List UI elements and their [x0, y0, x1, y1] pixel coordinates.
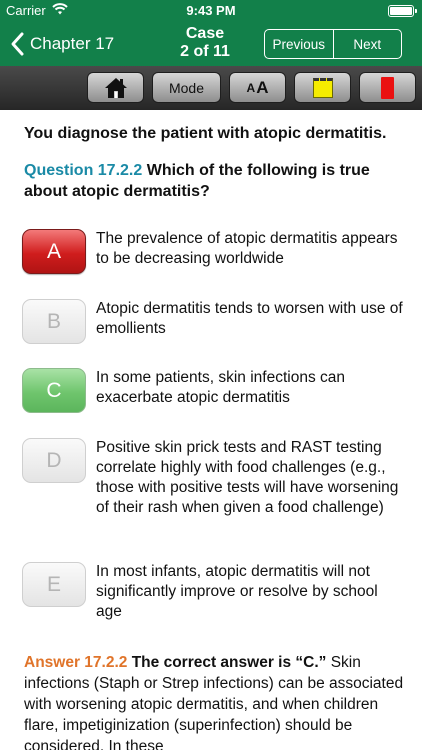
option-b-text: Atopic dermatitis tends to worsen with u…	[96, 300, 403, 337]
option-b-button[interactable]: B	[22, 299, 86, 344]
question-text: Question 17.2.2 Which of the following i…	[24, 160, 404, 202]
highlight-button[interactable]	[294, 72, 351, 103]
battery-icon	[388, 5, 417, 17]
font-large-a: A	[256, 77, 269, 97]
case-title-line1: Case	[185, 25, 225, 42]
mode-button[interactable]: Mode	[152, 72, 221, 103]
option-a-text: The prevalence of atopic dermatitis appe…	[96, 230, 398, 267]
navigation-bar: Chapter 17 Case 2 of 11 Previous Next	[0, 22, 422, 66]
font-size-button[interactable]: AA	[229, 72, 286, 103]
next-button[interactable]: Next	[332, 30, 402, 58]
case-title: Case 2 of 11	[146, 25, 264, 61]
bookmark-icon	[381, 76, 394, 99]
question-number: Question 17.2.2	[24, 162, 143, 179]
flag-button[interactable]	[359, 72, 416, 103]
toolbar: Mode AA	[0, 66, 422, 110]
font-small-a: A	[246, 80, 256, 95]
case-statement: You diagnose the patient with atopic der…	[24, 125, 387, 142]
option-d-button[interactable]: D	[22, 438, 86, 483]
case-counter: 2 of 11	[180, 43, 230, 60]
home-button[interactable]	[87, 72, 144, 103]
back-button[interactable]: Chapter 17	[8, 31, 114, 57]
previous-button[interactable]: Previous	[265, 30, 333, 58]
clock: 9:43 PM	[186, 3, 236, 18]
answer-explanation: Answer 17.2.2 The correct answer is “C.”…	[24, 652, 404, 750]
answer-number: Answer 17.2.2	[24, 654, 128, 671]
option-e-text: In most infants, atopic dermatitis will …	[96, 563, 378, 620]
answer-lead: The correct answer is “C.”	[127, 654, 327, 671]
option-a-button[interactable]: A	[22, 229, 86, 274]
option-c-button[interactable]: C	[22, 368, 86, 413]
question-content: You diagnose the patient with atopic der…	[0, 110, 422, 750]
option-d-text: Positive skin prick tests and RAST testi…	[96, 439, 399, 516]
option-c-text: In some patients, skin infections can ex…	[96, 369, 345, 406]
prev-next-segmented-control: Previous Next	[264, 29, 402, 59]
status-bar: Carrier 9:43 PM	[0, 0, 422, 22]
sticky-note-icon	[312, 77, 333, 98]
home-icon	[104, 77, 127, 98]
back-label: Chapter 17	[30, 34, 115, 53]
chevron-left-icon	[11, 32, 24, 56]
option-e-button[interactable]: E	[22, 562, 86, 607]
